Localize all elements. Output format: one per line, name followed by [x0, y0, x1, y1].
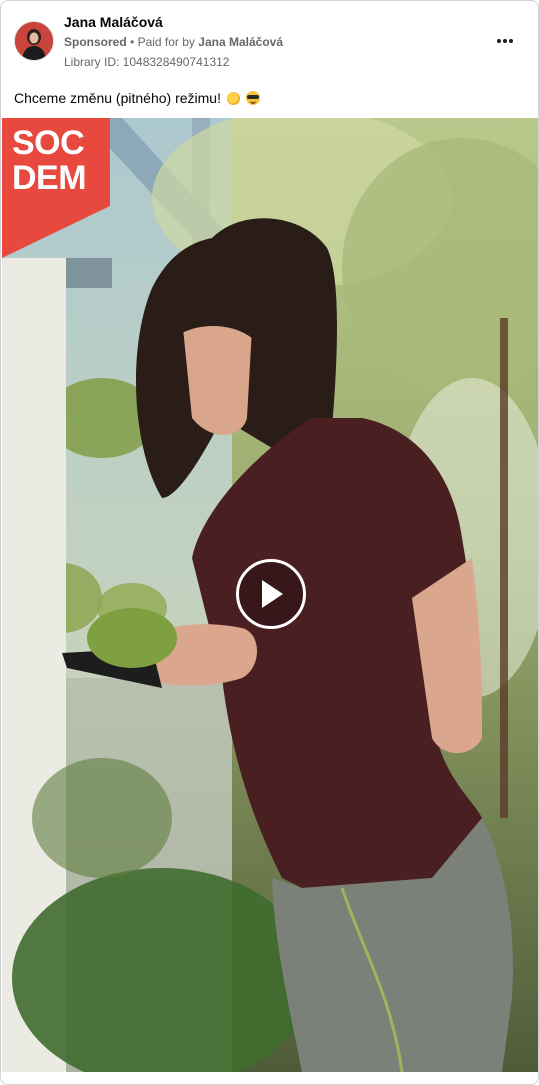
paid-for-name: Jana Maláčová: [198, 35, 283, 49]
more-dot-icon: [509, 39, 513, 43]
more-dot-icon: [503, 39, 507, 43]
sunglasses-face-emoji-icon: [245, 91, 260, 105]
more-dot-icon: [497, 39, 501, 43]
video-player[interactable]: SOC DEM: [2, 118, 538, 1072]
play-button[interactable]: [236, 559, 306, 629]
socdem-logo-text: SOC DEM: [12, 124, 87, 197]
caption-text: Chceme změnu (pitného) režimu!: [14, 90, 221, 106]
play-icon: [262, 580, 283, 608]
separator-dot: •: [130, 35, 135, 49]
sponsored-line: Sponsored • Paid for by Jana Maláčová: [64, 35, 283, 49]
library-id: Library ID: 1048328490741312: [64, 55, 230, 69]
post-header: Jana Maláčová Sponsored • Paid for by Ja…: [1, 1, 538, 81]
avatar[interactable]: [14, 21, 54, 61]
avatar-image: [15, 22, 53, 60]
sun-emoji-icon: [226, 91, 240, 105]
sponsored-label: Sponsored: [64, 35, 127, 49]
post-caption: Chceme změnu (pitného) režimu!: [14, 90, 260, 106]
logo-line-2: DEM: [12, 159, 87, 197]
ad-card: Jana Maláčová Sponsored • Paid for by Ja…: [0, 0, 539, 1085]
paid-for-prefix: Paid for by: [137, 35, 195, 49]
socdem-logo: SOC DEM: [2, 118, 114, 258]
more-options-button[interactable]: [494, 32, 516, 50]
logo-line-1: SOC: [12, 124, 85, 162]
page-name[interactable]: Jana Maláčová: [64, 14, 163, 30]
